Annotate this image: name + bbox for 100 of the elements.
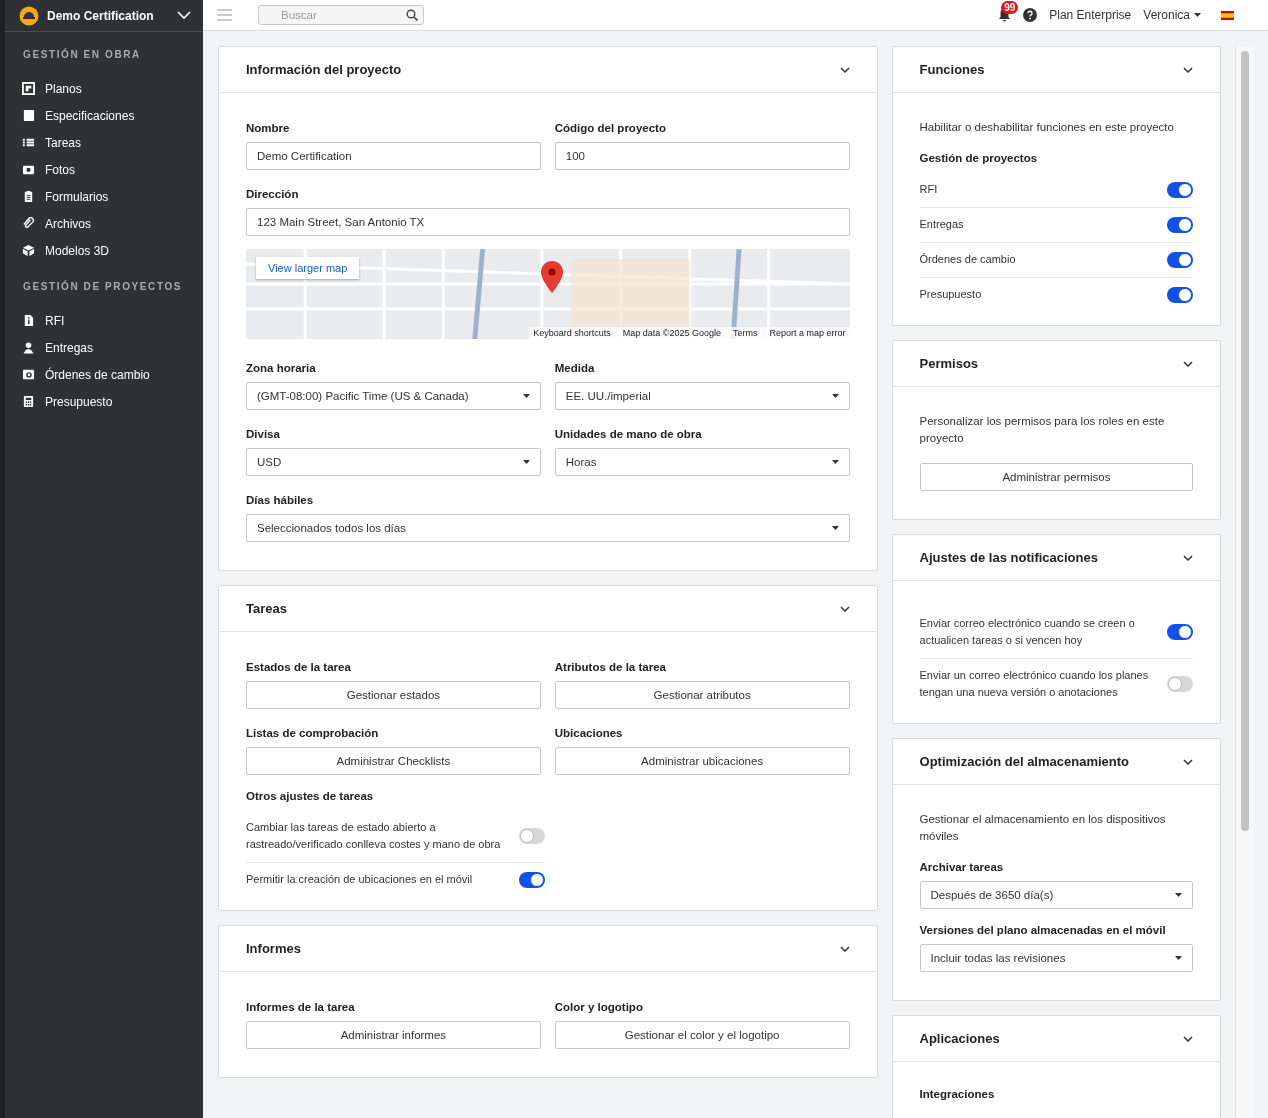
card-header[interactable]: Informes (219, 926, 877, 972)
caret-icon (522, 394, 530, 398)
map-footer-link[interactable]: Report a map error (769, 328, 846, 338)
nav-icon (22, 244, 35, 257)
toggle-label: Enviar un correo electrónico cuando los planes tengan una nueva versión o anotaciones (919, 668, 1150, 700)
dropdown-select[interactable]: (GMT-08:00) Pacific Time (US & Canada) (246, 382, 541, 410)
sidebar-item[interactable]: Formularios (5, 183, 109, 210)
notification-count: 99 (1001, 1, 1019, 14)
action-button[interactable]: Gestionar el color y el logotipo (554, 1021, 850, 1049)
caret-icon (1194, 13, 1201, 17)
action-button[interactable]: Administrar Checklists (246, 747, 541, 775)
sidebar-item[interactable]: Especificaciones (5, 102, 135, 129)
action-button[interactable]: Administrar ubicaciones (554, 747, 850, 775)
sidebar-item[interactable]: Archivos (5, 210, 91, 237)
caret-icon (831, 460, 839, 464)
dropdown-select[interactable]: EE. UU./imperial (554, 382, 850, 410)
help-icon[interactable] (1023, 8, 1038, 22)
dropdown-select[interactable]: Seleccionados todos los días (246, 514, 850, 542)
search-field[interactable]: Buscar (258, 5, 424, 25)
toggle-switch[interactable] (519, 871, 545, 888)
flag-icon[interactable] (1221, 10, 1234, 20)
toggle-label: Enviar correo electrónico cuando se creen o actualicen tareas o si vencen hoy (919, 616, 1136, 648)
card-header[interactable]: Tareas (219, 586, 877, 632)
project-switcher[interactable]: Demo Certification (5, 0, 203, 32)
chevron-down-icon (177, 11, 191, 20)
search-icon (406, 9, 418, 21)
dropdown-select[interactable]: Incluir todas las revisiones (919, 944, 1194, 972)
action-button[interactable]: Gestionar estados (246, 681, 541, 709)
chevron-down-icon (1183, 758, 1194, 765)
sidebar-item[interactable]: Modelos 3D (5, 237, 110, 264)
action-button[interactable]: Administrar permisos (919, 463, 1194, 491)
field-label: Listas de comprobación (246, 727, 380, 739)
field-label: Medida (554, 362, 596, 374)
nav-icon (22, 82, 35, 95)
scrollbar-thumb[interactable] (1241, 51, 1250, 831)
toggle-switch[interactable] (1167, 676, 1194, 692)
text-input-field[interactable]: 123 Main Street, San Antonio TX (246, 208, 850, 236)
sidebar-section-title: GESTIÓN DE PROYECTOS (22, 279, 184, 294)
nav-icon (22, 395, 35, 408)
toggle-label: Presupuesto (919, 287, 982, 302)
chevron-down-icon (1183, 360, 1194, 367)
user-menu[interactable]: Veronica (1143, 8, 1201, 22)
chevron-down-icon (839, 605, 850, 612)
toggle-switch[interactable] (1167, 624, 1194, 640)
nav-icon (22, 136, 35, 149)
sidebar-section-title: GESTIÓN EN OBRA (22, 47, 142, 62)
toggle-switch[interactable] (519, 828, 545, 844)
toggle-switch[interactable] (1167, 181, 1194, 198)
field-label: Ubicaciones (554, 727, 624, 739)
nav-icon (22, 314, 35, 327)
nav-icon (22, 368, 35, 381)
nav-icon (22, 109, 35, 122)
card-header[interactable]: Funciones (892, 47, 1221, 93)
toggle-label: Entregas (919, 217, 964, 232)
toggle-switch[interactable] (1167, 216, 1194, 233)
field-label: Días hábiles (246, 494, 315, 506)
card-header[interactable]: Información del proyecto (219, 47, 877, 93)
caret-icon (1175, 893, 1183, 897)
toggle-switch[interactable] (1167, 251, 1194, 268)
plan-link[interactable]: Plan Enterprise (1049, 8, 1132, 22)
dropdown-select[interactable]: Después de 3650 día(s) (919, 881, 1194, 909)
card-header[interactable]: Ajustes de las notificaciones (892, 535, 1221, 581)
helmet-logo-icon (19, 5, 39, 26)
field-label: Estados de la tarea (246, 661, 352, 673)
dropdown-select[interactable]: Horas (554, 448, 850, 476)
sidebar-item[interactable]: Planos (5, 75, 82, 102)
card-header[interactable]: Aplicaciones (892, 1016, 1221, 1062)
toggle-switch[interactable] (1167, 286, 1194, 303)
card-header[interactable]: Optimización del almacenamiento (892, 739, 1221, 785)
caret-icon (1175, 956, 1183, 960)
chevron-down-icon (839, 66, 850, 73)
chevron-down-icon (1183, 66, 1194, 73)
card-header[interactable]: Permisos (892, 341, 1221, 387)
toggle-label: Permitir la creación de ubicaciones en el móvil (246, 872, 473, 887)
field-label: Unidades de mano de obra (554, 428, 703, 440)
text-input-field[interactable]: 100 (554, 142, 850, 170)
sidebar-item[interactable]: RFI (5, 307, 65, 334)
action-button[interactable]: Gestionar atributos (554, 681, 850, 709)
description-text: Gestionar el almacenamiento en los dispositivos móviles (919, 812, 1167, 844)
sidebar-item[interactable]: Entregas (5, 334, 94, 361)
chevron-down-icon (1183, 1035, 1194, 1042)
map-pin-icon (541, 261, 563, 293)
map-footer-link[interactable]: Keyboard shortcuts (533, 328, 611, 338)
field-label: Nombre (246, 122, 291, 134)
field-label: Versiones del plano almacenadas en el móvil (919, 924, 1167, 936)
field-label: Dirección (246, 188, 300, 200)
caret-icon (831, 526, 839, 530)
map-link[interactable]: View larger map (256, 257, 360, 279)
text-input-field[interactable]: Demo Certification (246, 142, 541, 170)
sidebar-item[interactable]: Presupuesto (5, 388, 113, 415)
sidebar-item[interactable]: Fotos (5, 156, 75, 183)
nav-icon (22, 341, 35, 354)
sidebar-item[interactable]: Órdenes de cambio (5, 361, 150, 388)
action-button[interactable]: Administrar informes (246, 1021, 541, 1049)
dropdown-select[interactable]: USD (246, 448, 541, 476)
map-footer-link[interactable]: Map data ©2025 Google (622, 328, 721, 338)
nav-icon (22, 190, 35, 203)
sidebar-item[interactable]: Tareas (5, 129, 82, 156)
field-label: Color y logotipo (554, 1001, 644, 1013)
map-footer-link[interactable]: Terms (733, 328, 758, 338)
